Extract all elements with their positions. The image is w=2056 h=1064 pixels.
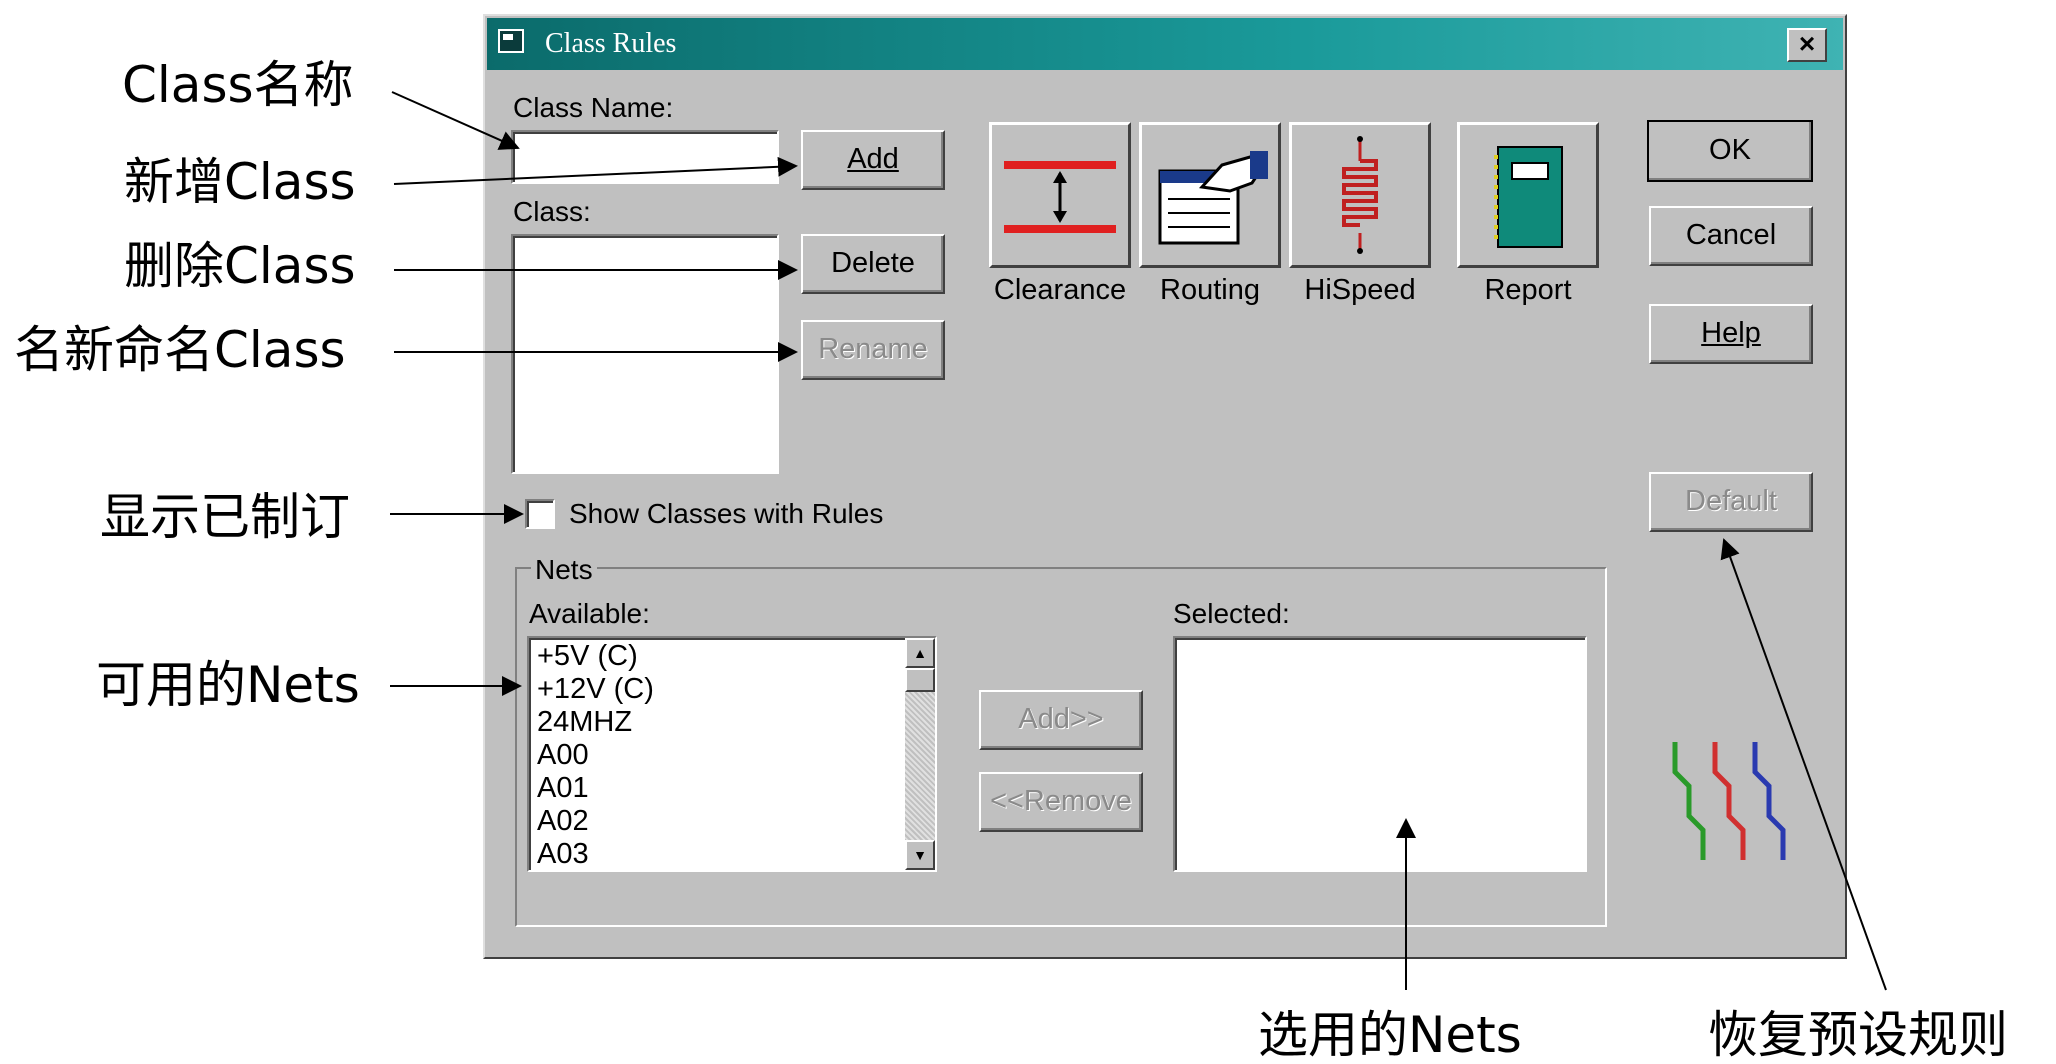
callout-arrows xyxy=(390,91,1887,991)
arrow-add-class xyxy=(393,156,798,185)
arrow-class-name xyxy=(391,91,520,150)
arrow-restore-defaults xyxy=(1720,538,1887,991)
